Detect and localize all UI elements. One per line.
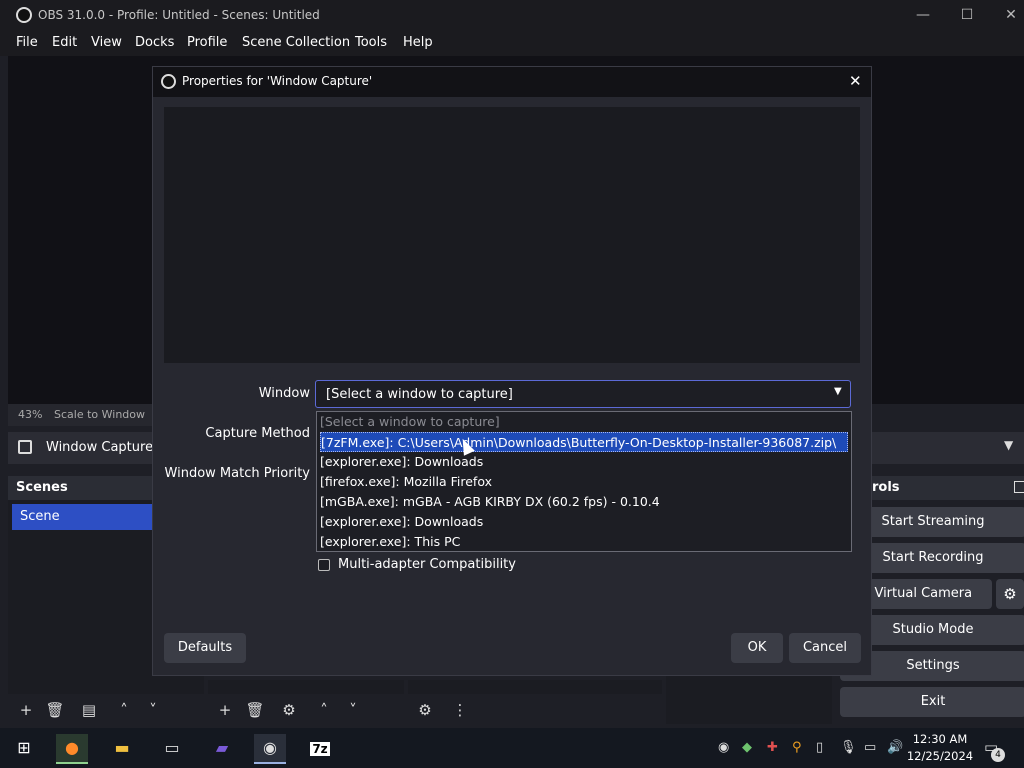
window-match-priority-label: Window Match Priority — [164, 466, 310, 481]
source-dropdown-arrow-icon[interactable]: ▼ — [1004, 438, 1013, 452]
dropdown-option[interactable]: [mGBA.exe]: mGBA - AGB KIRBY DX (60.2 fp… — [320, 492, 848, 512]
audio-mixer-dock-body — [408, 680, 662, 694]
move-source-down-icon[interactable]: ˅ — [341, 698, 365, 722]
app-title: OBS 31.0.0 - Profile: Untitled - Scenes:… — [38, 8, 320, 22]
sources-dock-body — [208, 680, 404, 694]
undock-icon[interactable] — [1014, 481, 1024, 493]
scene-filters-icon[interactable]: ▤ — [77, 698, 101, 722]
capture-preview — [164, 107, 860, 363]
remove-source-trash-icon[interactable]: 🗑 — [243, 698, 267, 722]
source-name: Window Capture — [46, 440, 154, 455]
tray-volume-icon[interactable]: 🔊 — [887, 740, 903, 755]
remove-scene-trash-icon[interactable]: 🗑 — [43, 698, 67, 722]
tray-security-icon[interactable]: ✚ — [767, 740, 778, 755]
menu-file[interactable]: File — [16, 35, 38, 50]
properties-dialog: Properties for 'Window Capture' ✕ Window… — [152, 66, 872, 676]
menu-edit[interactable]: Edit — [52, 35, 77, 50]
move-scene-down-icon[interactable]: ˅ — [141, 698, 165, 722]
cancel-button[interactable]: Cancel — [789, 633, 861, 663]
window-capture-icon — [18, 440, 32, 454]
menu-profile[interactable]: Profile — [187, 35, 227, 50]
dropdown-option[interactable]: [Select a window to capture] — [320, 412, 848, 432]
menu-tools[interactable]: Tools — [355, 35, 387, 50]
obs-logo-icon — [16, 7, 32, 23]
dropdown-option[interactable]: [firefox.exe]: Mozilla Firefox — [320, 472, 848, 492]
menu-docks[interactable]: Docks — [135, 35, 174, 50]
terminal-icon[interactable]: ▭ — [156, 734, 188, 762]
tray-microphone-icon[interactable]: 🎙 — [840, 740, 857, 755]
capture-method-label: Capture Method — [205, 426, 310, 441]
tray-network-icon[interactable]: ▭ — [864, 740, 876, 755]
firefox-icon[interactable]: ● — [56, 734, 88, 764]
maximize-button[interactable]: ☐ — [954, 4, 980, 26]
menu-view[interactable]: View — [91, 35, 122, 50]
move-source-up-icon[interactable]: ˄ — [312, 698, 336, 722]
zoom-level: 43% — [18, 408, 43, 421]
audio-menu-dots-icon[interactable]: ⋮ — [448, 698, 472, 722]
add-scene-plus-icon[interactable]: + — [14, 698, 38, 722]
tray-search-icon[interactable]: ⚲ — [792, 740, 802, 755]
7zip-label: 7z — [310, 742, 330, 756]
virtual-camera-settings-gear-icon[interactable]: ⚙ — [996, 579, 1024, 609]
scale-mode[interactable]: Scale to Window — [54, 408, 145, 421]
minimize-button[interactable]: — — [910, 4, 936, 26]
select-arrow-down-icon: ▼ — [834, 386, 842, 397]
add-source-plus-icon[interactable]: + — [213, 698, 237, 722]
dropdown-option[interactable]: [explorer.exe]: Downloads — [320, 512, 848, 532]
windows-start-icon[interactable]: ⊞ — [8, 734, 40, 762]
7zip-taskbar-icon[interactable]: 7z — [304, 734, 336, 762]
window-label: Window — [258, 386, 310, 401]
window-select-value: [Select a window to capture] — [326, 387, 513, 402]
controls-dock-title-text: rols — [872, 480, 900, 495]
clock-date[interactable]: 12/25/2024 — [906, 749, 974, 763]
dialog-title-bar: Properties for 'Window Capture' ✕ — [153, 67, 871, 97]
notification-count-badge: 4 — [991, 748, 1005, 762]
source-properties-gear-icon[interactable]: ⚙ — [277, 698, 301, 722]
audio-advanced-gears-icon[interactable]: ⚙ — [413, 698, 437, 722]
tray-network-app-icon[interactable]: ◆ — [742, 740, 752, 755]
dropdown-option-selected[interactable]: [7zFM.exe]: C:\Users\Admin\Downloads\But… — [320, 432, 848, 452]
clock-time[interactable]: 12:30 AM — [910, 732, 970, 746]
window-dropdown-list: [Select a window to capture] [7zFM.exe]:… — [316, 411, 852, 552]
tray-usb-icon[interactable]: ▯ — [816, 740, 823, 755]
exit-button[interactable]: Exit — [840, 687, 1024, 717]
tray-obs-icon[interactable]: ◉ — [718, 740, 729, 755]
menu-scene-collection[interactable]: Scene Collection — [242, 35, 350, 50]
defaults-button[interactable]: Defaults — [164, 633, 246, 663]
move-scene-up-icon[interactable]: ˄ — [112, 698, 136, 722]
menu-help[interactable]: Help — [403, 35, 433, 50]
multi-adapter-checkbox[interactable] — [318, 559, 330, 571]
dropdown-option[interactable]: [explorer.exe]: Downloads — [320, 452, 848, 472]
mgba-icon[interactable]: ▰ — [206, 734, 238, 762]
obs-taskbar-icon[interactable]: ◉ — [254, 734, 286, 764]
window-select[interactable]: [Select a window to capture] ▼ — [315, 380, 851, 408]
ok-button[interactable]: OK — [731, 633, 783, 663]
multi-adapter-label: Multi-adapter Compatibility — [338, 557, 516, 572]
close-window-button[interactable]: ✕ — [998, 4, 1024, 26]
dialog-title: Properties for 'Window Capture' — [182, 74, 373, 88]
dialog-obs-logo-icon — [161, 74, 176, 89]
scene-list-item[interactable]: Scene — [12, 504, 152, 530]
dialog-close-icon[interactable]: ✕ — [849, 72, 862, 90]
file-explorer-icon[interactable]: ▬ — [106, 734, 138, 762]
dropdown-option[interactable]: [explorer.exe]: This PC — [320, 532, 848, 552]
